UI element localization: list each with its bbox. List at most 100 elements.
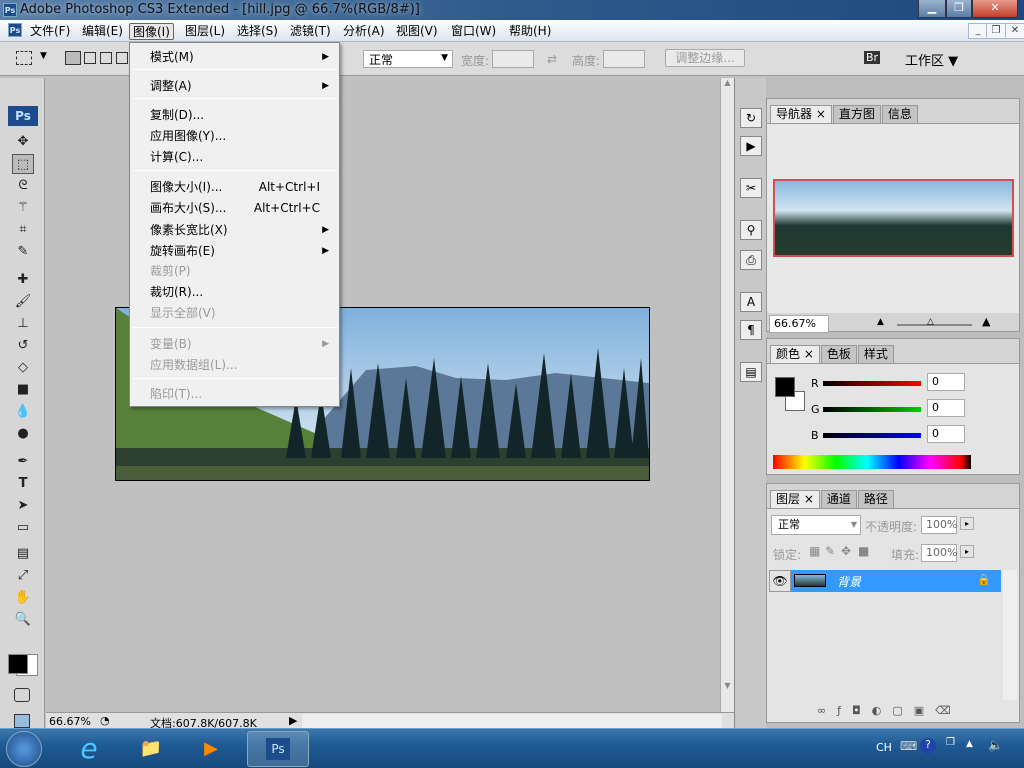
layers-scrollbar[interactable] [1003, 570, 1017, 700]
zoom-slider-handle[interactable]: △ [927, 317, 934, 327]
lasso-tool-icon[interactable]: ᘓ [12, 176, 34, 196]
r-input[interactable]: 0 [927, 373, 965, 391]
width-input[interactable] [492, 50, 534, 68]
intersect-selection-icon[interactable] [116, 52, 128, 64]
tab-navigator[interactable]: 导航器 × [770, 105, 832, 123]
minimize-button[interactable]: ▁ [918, 0, 946, 18]
g-slider[interactable] [823, 407, 921, 412]
r-slider[interactable] [823, 381, 921, 386]
healing-brush-icon[interactable]: ✚ [12, 270, 34, 290]
tool-presets-icon[interactable]: ✂ [740, 178, 762, 198]
menu-item-calculations[interactable]: 计算(C)... [150, 148, 335, 166]
layer-footer-icons[interactable]: ∞ƒ◘◐▢▣⌫ [817, 704, 962, 717]
explorer-taskbar-icon[interactable]: 📁 [126, 731, 176, 767]
move-tool-icon[interactable]: ✥ [12, 132, 34, 152]
character-panel-icon[interactable]: A [740, 292, 762, 312]
stamp-tool-icon[interactable]: ⊥ [12, 314, 34, 334]
marquee-tool-icon[interactable] [16, 51, 32, 65]
lock-position-icon[interactable]: ✥ [841, 544, 851, 558]
shape-tool-icon[interactable]: ▭ [12, 518, 34, 538]
b-input[interactable]: 0 [927, 425, 965, 443]
menu-item-apply-image[interactable]: 应用图像(Y)... [150, 127, 335, 145]
menu-window[interactable]: 窗口(W) [448, 23, 499, 40]
keyboard-icon[interactable]: ⌨ [900, 739, 917, 753]
horizontal-scrollbar[interactable] [302, 714, 722, 728]
fill-input[interactable]: 100% [921, 544, 957, 562]
menu-help[interactable]: 帮助(H) [506, 23, 554, 40]
add-selection-icon[interactable] [84, 52, 96, 64]
volume-icon[interactable]: 🔈 [988, 738, 1003, 752]
tab-styles[interactable]: 样式 [857, 345, 894, 363]
style-select[interactable]: 正常 ▼ [363, 50, 453, 68]
menu-layer[interactable]: 图层(L) [182, 23, 228, 40]
close-button[interactable]: ✕ [972, 0, 1018, 18]
subtract-selection-icon[interactable] [100, 52, 112, 64]
status-arrow-button[interactable]: ▶ [289, 714, 297, 727]
color-foreground-swatch[interactable] [775, 377, 795, 397]
lock-all-icon[interactable]: ■ [858, 544, 869, 558]
dodge-tool-icon[interactable]: ● [12, 424, 34, 444]
menu-view[interactable]: 视图(V) [393, 23, 441, 40]
marquee-tool-icon[interactable]: ⬚ [12, 154, 34, 174]
clone-source-icon[interactable]: ⎙ [740, 250, 762, 270]
notes-tool-icon[interactable]: ▤ [12, 544, 34, 564]
height-input[interactable] [603, 50, 645, 68]
menu-item-trim[interactable]: 裁切(R)... [150, 283, 335, 301]
doc-restore-button[interactable]: ❐ [986, 23, 1006, 39]
visibility-eye-icon[interactable]: 👁 [769, 570, 791, 592]
hand-tool-icon[interactable]: ✋ [12, 588, 34, 608]
g-input[interactable]: 0 [927, 399, 965, 417]
media-player-taskbar-icon[interactable]: ▶ [186, 731, 236, 767]
opacity-arrow[interactable]: ▸ [960, 517, 975, 530]
menu-analysis[interactable]: 分析(A) [340, 23, 388, 40]
menu-item-image-size[interactable]: 图像大小(I)... Alt+Ctrl+I [150, 178, 335, 196]
menu-item-duplicate[interactable]: 复制(D)... [150, 106, 335, 124]
layer-comps-icon[interactable]: ▤ [740, 362, 762, 382]
refine-edge-button[interactable]: 调整边缘... [665, 49, 745, 67]
actions-panel-icon[interactable]: ▶ [740, 136, 762, 156]
navigator-zoom-input[interactable]: 66.67% [769, 315, 829, 333]
menu-item-rotate-canvas[interactable]: 旋转画布(E) ▶ [150, 242, 335, 260]
tab-color[interactable]: 颜色 × [770, 345, 820, 363]
tab-channels[interactable]: 通道 [820, 490, 857, 508]
menu-file[interactable]: 文件(F) [27, 23, 73, 40]
tab-histogram[interactable]: 直方图 [832, 105, 881, 123]
eraser-tool-icon[interactable]: ◇ [12, 358, 34, 378]
gradient-tool-icon[interactable]: ■ [12, 380, 34, 400]
menu-image[interactable]: 图像(I) [129, 23, 174, 40]
b-slider[interactable] [823, 433, 921, 438]
zoom-tool-icon[interactable]: 🔍 [12, 610, 34, 630]
tab-paths[interactable]: 路径 [857, 490, 894, 508]
menu-select[interactable]: 选择(S) [234, 23, 281, 40]
brush-tool-icon[interactable]: 🖌 [12, 292, 34, 312]
history-brush-icon[interactable]: ↺ [12, 336, 34, 356]
path-select-icon[interactable]: ➤ [12, 496, 34, 516]
history-panel-icon[interactable]: ↻ [740, 108, 762, 128]
zoom-in-icon[interactable]: ▲ [982, 315, 990, 328]
brushes-panel-icon[interactable]: ⚲ [740, 220, 762, 240]
ie-taskbar-icon[interactable]: e [64, 731, 114, 767]
foreground-color-swatch[interactable] [8, 654, 28, 674]
layer-row-background[interactable]: 背景 🔒 [791, 570, 1001, 592]
doc-minimize-button[interactable]: _ [968, 23, 988, 39]
swap-icon[interactable]: ⇄ [547, 52, 557, 66]
type-tool-icon[interactable]: T [12, 474, 34, 494]
quick-mask-icon[interactable] [14, 688, 30, 702]
menu-item-canvas-size[interactable]: 画布大小(S)... Alt+Ctrl+C [150, 199, 335, 217]
tab-layers[interactable]: 图层 × [770, 490, 820, 508]
zoom-out-icon[interactable]: ▲ [877, 317, 884, 327]
menu-filter[interactable]: 滤镜(T) [287, 23, 334, 40]
bridge-icon[interactable]: Br [864, 51, 881, 64]
blend-mode-select[interactable]: 正常 ▼ [771, 515, 861, 535]
start-button[interactable] [6, 731, 42, 767]
tool-preset-dropdown[interactable]: ▼ [40, 51, 47, 61]
menu-item-mode[interactable]: 模式(M) ▶ [150, 48, 335, 66]
doc-close-button[interactable]: ✕ [1005, 23, 1024, 39]
paragraph-panel-icon[interactable]: ¶ [740, 320, 762, 340]
new-selection-icon[interactable] [65, 51, 81, 65]
menu-item-pixel-aspect[interactable]: 像素长宽比(X) ▶ [150, 221, 335, 239]
menu-edit[interactable]: 编辑(E) [79, 23, 126, 40]
vertical-scrollbar[interactable]: ▲ ▼ [720, 78, 734, 712]
navigator-thumbnail[interactable] [773, 179, 1014, 257]
ime-options-icon[interactable]: ❐ [946, 737, 955, 748]
